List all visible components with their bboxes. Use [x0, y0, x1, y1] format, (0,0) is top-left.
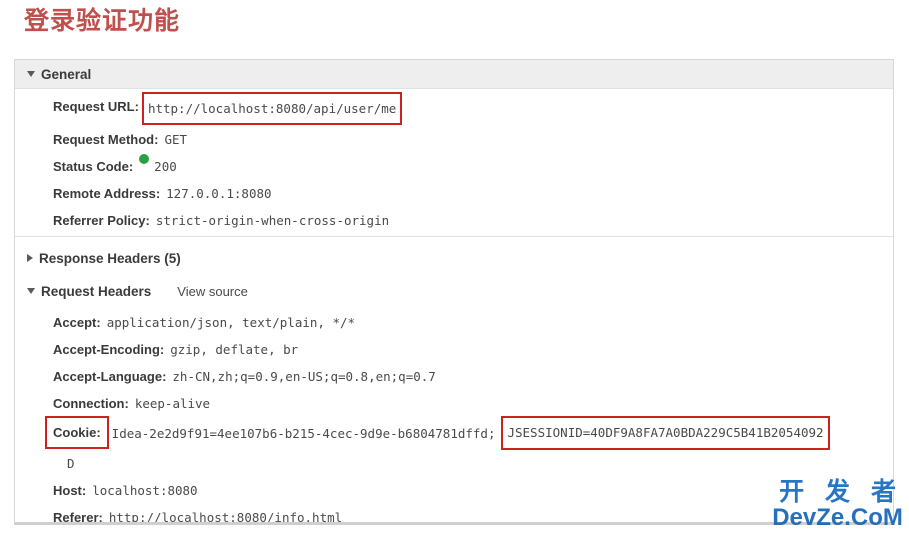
section-title-response-headers: Response Headers (5)	[39, 250, 181, 266]
request-headers-rows: Accept: application/json, text/plain, */…	[15, 305, 893, 525]
value-request-url: http://localhost:8080/api/user/me	[147, 101, 397, 116]
triangle-right-icon	[27, 254, 33, 262]
label-cookie: Cookie:	[53, 425, 101, 440]
row-accept: Accept: application/json, text/plain, */…	[15, 309, 893, 336]
row-referer: Referer: http://localhost:8080/info.html	[15, 504, 893, 525]
value-referer: http://localhost:8080/info.html	[108, 510, 343, 525]
row-cookie: Cookie: Idea-2e2d9f91=4ee107b6-b215-4cec…	[15, 416, 893, 477]
row-remote-address: Remote Address: 127.0.0.1:8080	[15, 180, 893, 207]
triangle-down-icon	[27, 71, 35, 77]
label-accept-language: Accept-Language:	[53, 369, 167, 384]
section-header-general[interactable]: General	[15, 60, 893, 89]
label-accept-encoding: Accept-Encoding:	[53, 342, 165, 357]
label-connection: Connection:	[53, 396, 129, 411]
label-accept: Accept:	[53, 315, 101, 330]
value-referrer-policy: strict-origin-when-cross-origin	[155, 213, 390, 228]
row-request-url: Request URL: http://localhost:8080/api/u…	[15, 92, 893, 126]
view-source-link[interactable]: View source	[177, 284, 248, 299]
value-host: localhost:8080	[92, 483, 198, 498]
row-status-code: Status Code: 200	[15, 153, 893, 180]
value-remote-address: 127.0.0.1:8080	[166, 186, 272, 201]
row-connection: Connection: keep-alive	[15, 390, 893, 417]
row-accept-language: Accept-Language: zh-CN,zh;q=0.9,en-US;q=…	[15, 363, 893, 390]
section-header-request-headers[interactable]: Request Headers View source	[15, 277, 893, 305]
value-accept-encoding: gzip, deflate, br	[170, 342, 299, 357]
row-accept-encoding: Accept-Encoding: gzip, deflate, br	[15, 336, 893, 363]
row-request-method: Request Method: GET	[15, 126, 893, 153]
label-referrer-policy: Referrer Policy:	[53, 213, 150, 228]
highlight-box-jsessionid: JSESSIONID=40DF9A8FA7A0BDA229C5B41B20540…	[501, 416, 830, 450]
value-status-code: 200	[154, 159, 177, 174]
label-host: Host:	[53, 483, 87, 498]
general-rows: Request URL: http://localhost:8080/api/u…	[15, 89, 893, 236]
section-title-request-headers: Request Headers	[41, 283, 152, 299]
cookie-line-primary: Cookie: Idea-2e2d9f91=4ee107b6-b215-4cec…	[45, 416, 893, 451]
value-cookie-wrapped-char: D	[67, 456, 75, 471]
label-request-method: Request Method:	[53, 132, 159, 147]
row-host: Host: localhost:8080	[15, 477, 893, 504]
label-referer: Referer:	[53, 510, 103, 525]
value-connection: keep-alive	[134, 396, 211, 411]
value-accept: application/json, text/plain, */*	[106, 315, 356, 330]
value-cookie-idea: Idea-2e2d9f91=4ee107b6-b215-4cec-9d9e-b6…	[111, 426, 496, 441]
section-header-response-headers[interactable]: Response Headers (5)	[15, 244, 893, 272]
highlight-box-cookie-label: Cookie:	[45, 416, 109, 449]
network-headers-panel: General Request URL: http://localhost:80…	[14, 59, 894, 525]
value-accept-language: zh-CN,zh;q=0.9,en-US;q=0.8,en;q=0.7	[172, 369, 436, 384]
value-cookie-jsessionid: JSESSIONID=40DF9A8FA7A0BDA229C5B41B20540…	[507, 425, 824, 440]
value-request-method: GET	[164, 132, 188, 147]
section-title-general: General	[41, 66, 92, 82]
row-referrer-policy: Referrer Policy: strict-origin-when-cros…	[15, 207, 893, 234]
page-title: 登录验证功能	[24, 7, 181, 35]
label-remote-address: Remote Address:	[53, 186, 161, 201]
status-ok-icon	[139, 154, 150, 164]
highlight-box-request-url: http://localhost:8080/api/user/me	[141, 92, 403, 125]
section-divider	[15, 236, 893, 237]
label-request-url: Request URL:	[53, 99, 139, 114]
triangle-down-icon	[27, 288, 35, 294]
label-status-code: Status Code:	[53, 159, 134, 174]
